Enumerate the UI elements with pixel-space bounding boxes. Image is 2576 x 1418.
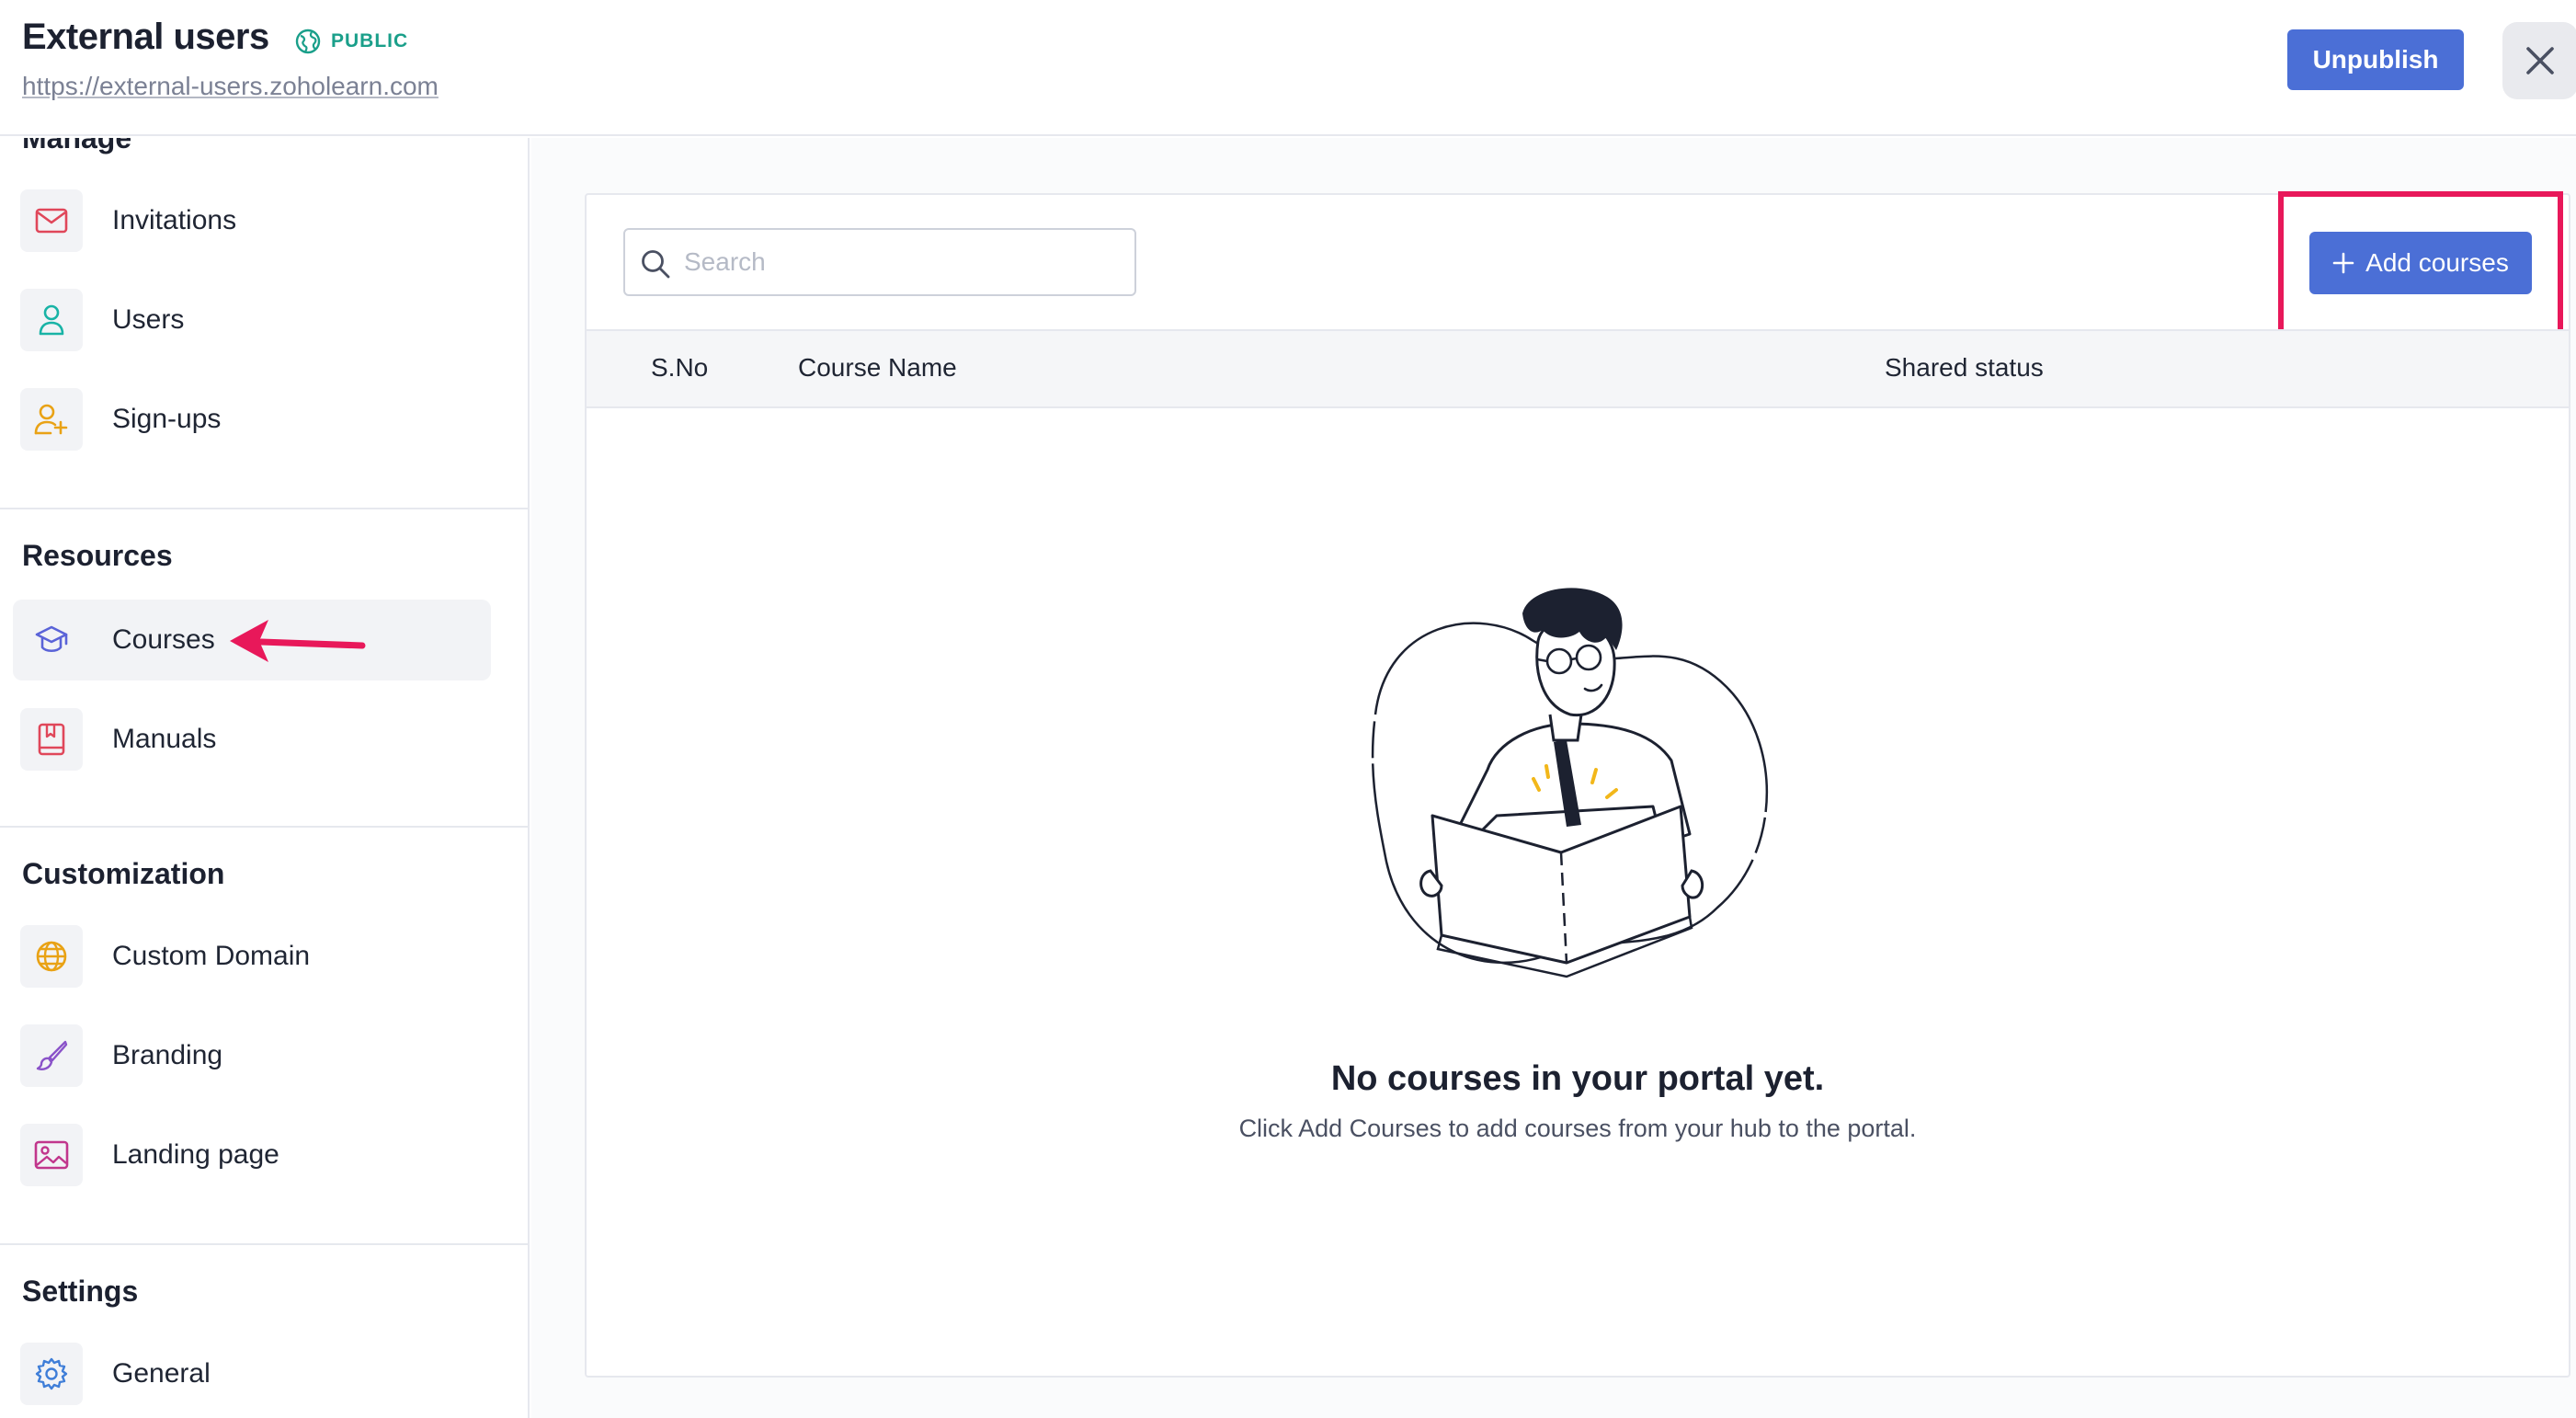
public-badge-label: PUBLIC (331, 30, 409, 51)
courses-panel: Add courses S.No Course Name Shared stat… (585, 191, 2570, 1378)
sidebar: Manage Invitations Users Sign-ups Resour… (0, 138, 530, 1418)
user-plus-icon (34, 404, 68, 435)
section-title-manage: Manage (22, 138, 132, 154)
sidebar-item-users[interactable]: Users (13, 280, 491, 360)
sidebar-item-general[interactable]: General (13, 1333, 491, 1414)
book-icon (38, 723, 65, 756)
book-icon-tile (20, 708, 83, 771)
sidebar-item-label: General (112, 1358, 211, 1389)
sidebar-item-label: Users (112, 304, 185, 335)
sidebar-item-sign-ups[interactable]: Sign-ups (13, 379, 491, 460)
sidebar-item-label: Branding (112, 1040, 223, 1070)
sidebar-item-label: Custom Domain (112, 941, 311, 971)
close-button[interactable] (2502, 22, 2576, 99)
user-icon (39, 304, 64, 336)
sidebar-item-landing-page[interactable]: Landing page (13, 1115, 491, 1195)
search-input[interactable] (684, 230, 1125, 294)
section-title-resources: Resources (22, 539, 173, 572)
graduation-cap-icon-tile (20, 609, 83, 671)
column-header-sno: S.No (651, 353, 709, 382)
sidebar-item-manuals[interactable]: Manuals (13, 699, 491, 780)
gear-icon (35, 1357, 68, 1390)
column-header-course-name: Course Name (798, 353, 957, 382)
annotation-arrow (230, 620, 366, 662)
sidebar-divider (0, 826, 528, 828)
public-badge: PUBLIC (294, 28, 408, 55)
mail-icon-tile (20, 189, 83, 252)
paintbrush-icon (36, 1040, 68, 1070)
column-header-shared-status: Shared status (1885, 353, 2044, 382)
sidebar-item-label: Invitations (112, 205, 237, 235)
sidebar-item-label: Sign-ups (112, 404, 222, 434)
empty-state-illustration (1371, 588, 1768, 978)
unpublish-button[interactable]: Unpublish (2287, 29, 2464, 90)
search-icon (642, 250, 670, 279)
sidebar-item-label: Landing page (112, 1139, 279, 1170)
section-title-settings: Settings (22, 1275, 139, 1308)
header: External users PUBLIC https://external-u… (0, 0, 2576, 136)
section-title-customization: Customization (22, 857, 225, 890)
sidebar-divider (0, 1243, 528, 1245)
gear-icon-tile (20, 1343, 83, 1405)
user-icon-tile (20, 289, 83, 351)
empty-state-subtitle: Click Add Courses to add courses from yo… (1238, 1115, 1917, 1142)
paintbrush-icon-tile (20, 1024, 83, 1087)
image-icon-tile (20, 1124, 83, 1186)
table-header: S.No Course Name Shared status (587, 329, 2569, 408)
sidebar-item-custom-domain[interactable]: Custom Domain (13, 916, 491, 997)
search-box[interactable] (623, 228, 1136, 296)
image-icon (34, 1140, 69, 1170)
close-icon (2526, 47, 2554, 74)
graduation-cap-icon (35, 625, 68, 653)
main-content: Add courses S.No Course Name Shared stat… (531, 138, 2576, 1418)
portal-title: External users (22, 17, 269, 57)
sidebar-item-label: Courses (112, 624, 215, 655)
user-plus-icon-tile (20, 388, 83, 451)
sidebar-item-invitations[interactable]: Invitations (13, 180, 491, 261)
globe-icon-tile (20, 925, 83, 988)
sidebar-item-branding[interactable]: Branding (13, 1015, 491, 1096)
annotation-highlight-box (2278, 191, 2563, 346)
sidebar-item-label: Manuals (112, 724, 217, 754)
portal-url-link[interactable]: https://external-users.zoholearn.com (22, 72, 439, 101)
globe-icon (36, 941, 67, 972)
sidebar-divider (0, 508, 528, 509)
globe-icon (295, 29, 321, 54)
empty-state-title: No courses in your portal yet. (1330, 1059, 1825, 1098)
mail-icon (35, 208, 68, 234)
